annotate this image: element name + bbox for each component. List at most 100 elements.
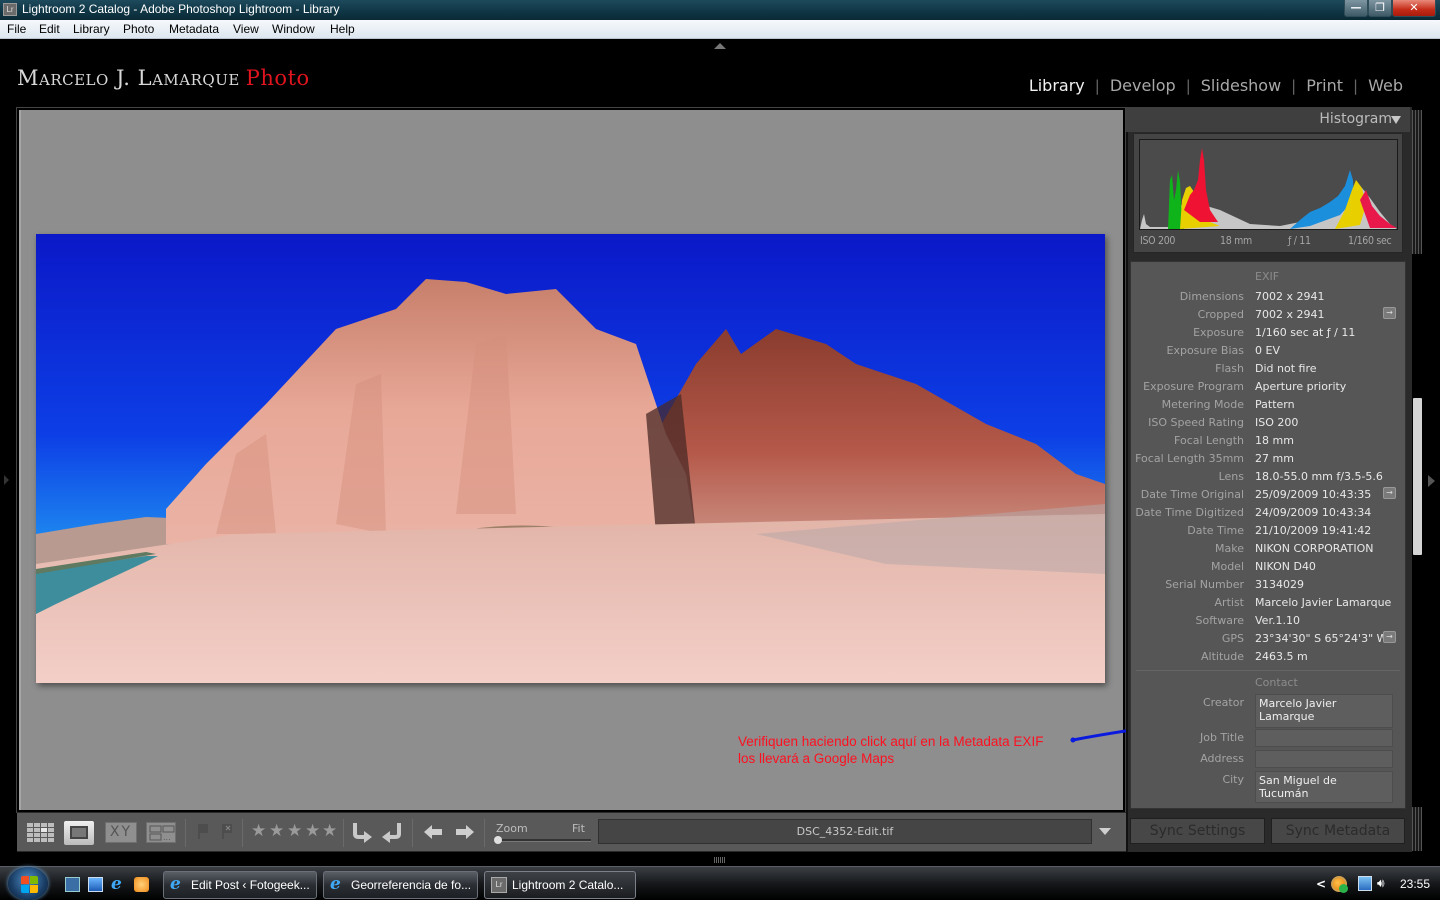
expand-left-panel-icon[interactable] [4, 475, 9, 485]
contact-label: Address [1200, 752, 1244, 765]
identity-name: Marcelo J. Lamarque [17, 66, 240, 90]
menu-view[interactable]: View [233, 22, 259, 36]
zoom-slider-thumb[interactable] [494, 836, 502, 844]
antivirus-tray-icon[interactable] [1331, 876, 1348, 893]
lightroom-app-icon: Lr [3, 3, 17, 16]
sync-settings-button[interactable]: Sync Settings [1130, 818, 1265, 844]
exif-row-serial-number: Serial Number 3134029 [1130, 576, 1406, 594]
exif-label: Date Time [1187, 524, 1244, 537]
module-print[interactable]: Print [1296, 76, 1353, 95]
rotate-left-button[interactable] [351, 821, 373, 843]
menu-metadata[interactable]: Metadata [169, 22, 219, 36]
exif-row-altitude: Altitude 2463.5 m [1130, 648, 1406, 666]
rating-star-2[interactable]: ★ [269, 821, 284, 841]
panel-grip-top[interactable] [1412, 110, 1422, 254]
media-app-icon[interactable] [134, 877, 149, 892]
menu-edit[interactable]: Edit [39, 22, 60, 36]
contact-label: Creator [1202, 696, 1244, 709]
goto-arrow-button[interactable]: → [1383, 487, 1396, 499]
histogram-plot[interactable] [1139, 139, 1398, 230]
switch-windows-icon[interactable] [88, 877, 103, 892]
creator-field[interactable]: Marcelo Javier Lamarque [1255, 694, 1393, 728]
system-clock[interactable]: 23:55 [1400, 877, 1430, 891]
tray-expand-chevron[interactable]: < [1316, 877, 1326, 891]
menu-help[interactable]: Help [330, 22, 355, 36]
grid-view-button[interactable] [27, 823, 55, 842]
exif-row-exposure: Exposure 1/160 sec at ƒ / 11 [1130, 324, 1406, 342]
arrow-right-icon: → [1386, 488, 1393, 497]
filmstrip-toggle-icon[interactable] [714, 857, 726, 863]
menu-library[interactable]: Library [73, 22, 110, 36]
compare-view-button[interactable]: XY [105, 822, 137, 843]
exif-value: 0 EV [1255, 344, 1280, 357]
close-button[interactable]: ✕ [1392, 0, 1436, 17]
address-field[interactable] [1255, 750, 1393, 768]
arrow-right-icon: → [1386, 632, 1393, 641]
previous-photo-button[interactable] [424, 824, 444, 840]
flag-reject-button[interactable] [221, 823, 234, 839]
loupe-view-button[interactable] [64, 821, 94, 845]
histogram-title[interactable]: Histogram [1319, 111, 1392, 127]
taskbar-button-3[interactable]: Lr Lightroom 2 Catalo... [484, 871, 636, 899]
module-picker: Library | Develop | Slideshow | Print | Web [1019, 76, 1403, 95]
zoom-slider[interactable] [497, 839, 591, 842]
panorama-image [36, 234, 1105, 683]
module-library[interactable]: Library [1019, 76, 1095, 95]
survey-view-icon: ... [149, 825, 175, 842]
exif-value: Pattern [1255, 398, 1295, 411]
histogram-graph [1140, 148, 1397, 229]
rating-star-5[interactable]: ★ [322, 821, 337, 841]
exif-value: 2463.5 m [1255, 650, 1308, 663]
network-tray-icon[interactable] [1358, 876, 1372, 891]
panel-scrollbar-thumb[interactable] [1413, 398, 1422, 555]
loupe-photo[interactable] [36, 234, 1105, 683]
survey-view-button[interactable]: ... [146, 822, 176, 843]
exif-value: NIKON CORPORATION [1255, 542, 1374, 555]
rating-star-3[interactable]: ★ [287, 821, 302, 841]
start-button[interactable] [8, 867, 48, 900]
svg-text:...: ... [163, 833, 171, 842]
exif-value: NIKON D40 [1255, 560, 1316, 573]
sync-metadata-button[interactable]: Sync Metadata [1271, 818, 1405, 844]
exif-label: Date Time Digitized [1135, 506, 1244, 519]
goto-arrow-button[interactable]: → [1383, 307, 1396, 319]
rating-star-4[interactable]: ★ [305, 821, 320, 841]
maximize-button[interactable]: ❐ [1368, 0, 1392, 17]
collapse-histogram-icon[interactable] [1391, 116, 1401, 124]
exif-label: Exposure [1193, 326, 1244, 339]
collapse-right-panel-icon[interactable] [1428, 475, 1435, 487]
show-desktop-icon[interactable] [65, 877, 80, 892]
rating-star-1[interactable]: ★ [251, 821, 266, 841]
menu-window[interactable]: Window [272, 22, 315, 36]
flag-pick-button[interactable] [197, 823, 210, 839]
rotate-right-button[interactable] [381, 821, 403, 843]
toolbar-options-icon[interactable] [1099, 828, 1111, 835]
menu-file[interactable]: File [7, 22, 26, 36]
next-photo-button[interactable] [454, 824, 474, 840]
module-slideshow[interactable]: Slideshow [1191, 76, 1291, 95]
taskbar-button-1[interactable]: e Edit Post ‹ Fotogeek... [163, 871, 317, 899]
toolbar-separator [185, 819, 186, 847]
zoom-label: Zoom [496, 822, 528, 835]
taskbar-button-2[interactable]: e Georreferencia de fo... [323, 871, 478, 899]
internet-explorer-icon[interactable]: e [111, 876, 126, 893]
goto-arrow-button[interactable]: → [1383, 631, 1396, 643]
menu-photo[interactable]: Photo [123, 22, 154, 36]
windows-logo-icon [21, 876, 29, 884]
minimize-button[interactable]: — [1344, 0, 1368, 17]
exif-row-date-time-original: Date Time Original 25/09/2009 10:43:35 [1130, 486, 1406, 504]
exif-label: GPS [1221, 632, 1244, 645]
annotation-text: Verifiquen haciendo click aquí en la Met… [738, 733, 1043, 767]
volume-tray-icon[interactable]: 🔊︎ [1377, 876, 1385, 891]
menu-bar: File Edit Library Photo Metadata View Wi… [0, 20, 1440, 39]
exif-value: Aperture priority [1255, 380, 1347, 393]
panel-grip-bottom[interactable] [1412, 807, 1422, 851]
exif-row-artist: Artist Marcelo Javier Lamarque [1130, 594, 1406, 612]
windows-logo-icon [30, 885, 38, 893]
collapse-top-panel-icon[interactable] [714, 43, 726, 49]
module-develop[interactable]: Develop [1100, 76, 1186, 95]
city-field[interactable]: San Miguel de Tucumán [1255, 771, 1393, 803]
job-title-field[interactable] [1255, 729, 1393, 747]
exif-row-iso-speed-rating: ISO Speed Rating ISO 200 [1130, 414, 1406, 432]
module-web[interactable]: Web [1358, 76, 1403, 95]
